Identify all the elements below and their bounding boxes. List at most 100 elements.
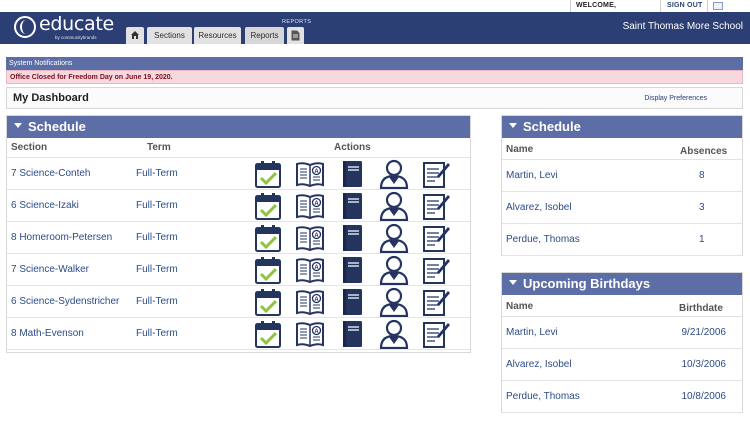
svg-text:A: A [314, 329, 319, 335]
book-icon[interactable] [337, 159, 367, 189]
divider [660, 0, 661, 12]
section-link[interactable]: 6 Science-Sydenstricher [11, 296, 119, 307]
table-row: Perdue, Thomas 10/8/2006 [502, 381, 742, 413]
students-icon[interactable] [379, 191, 409, 222]
row-actions: A [253, 319, 453, 350]
calendar-check-icon[interactable] [253, 319, 283, 349]
students-icon[interactable] [379, 223, 409, 254]
gradebook-icon[interactable]: A [295, 191, 325, 221]
table-header: Section Term Actions [7, 138, 470, 158]
column-header-actions: Actions [334, 142, 371, 153]
row-actions: A [253, 287, 453, 318]
book-icon[interactable] [337, 223, 367, 253]
collapse-caret-icon[interactable] [509, 280, 517, 286]
row-actions: A [253, 223, 453, 254]
tab-home[interactable] [126, 27, 144, 44]
svg-text:A: A [314, 201, 319, 207]
column-header-name: Name [506, 301, 534, 312]
calendar-check-icon[interactable] [253, 287, 283, 317]
students-icon[interactable] [379, 319, 409, 350]
birthdays-panel: Upcoming Birthdays Name Birthdate Martin… [501, 272, 743, 413]
gradebook-icon[interactable]: A [295, 255, 325, 285]
term-cell: Full-Term [136, 264, 178, 275]
calendar-check-icon[interactable] [253, 159, 283, 189]
gradebook-icon[interactable]: A [295, 159, 325, 189]
student-name-link[interactable]: Perdue, Thomas [506, 234, 580, 245]
student-name-link[interactable]: Perdue, Thomas [506, 391, 580, 402]
student-name-link[interactable]: Alvarez, Isobel [506, 359, 572, 370]
row-actions: A [253, 255, 453, 286]
svg-text:A: A [314, 169, 319, 175]
welcome-label: WELCOME, [576, 2, 617, 9]
students-icon[interactable] [379, 287, 409, 318]
table-row: 7 Science-Conteh Full-Term A [7, 158, 470, 190]
gradebook-icon[interactable]: A [295, 287, 325, 317]
lesson-plan-icon[interactable] [421, 159, 451, 189]
row-actions: A [253, 191, 453, 222]
calendar-check-icon[interactable] [253, 223, 283, 253]
lesson-plan-icon[interactable] [421, 287, 451, 317]
section-link[interactable]: 6 Science-Izaki [11, 200, 79, 211]
sign-out-link[interactable]: SIGN OUT [667, 2, 702, 9]
app-header: educate by communitybrands Sections Reso… [0, 12, 750, 44]
students-icon[interactable] [379, 255, 409, 286]
absences-panel: Schedule Name Absences Martin, Levi 8 Alva… [501, 115, 743, 256]
home-icon [131, 31, 139, 39]
lesson-plan-icon[interactable] [421, 223, 451, 253]
collapse-caret-icon[interactable] [509, 123, 517, 129]
panel-title: Upcoming Birthdays [523, 276, 651, 291]
school-name: Saint Thomas More School [622, 21, 743, 32]
section-link[interactable]: 7 Science-Walker [11, 264, 89, 275]
gradebook-icon[interactable]: A [295, 223, 325, 253]
educate-logo[interactable]: educate by communitybrands [12, 13, 114, 42]
messages-icon[interactable] [713, 2, 723, 10]
table-row: 8 Math-Evenson Full-Term A [7, 318, 470, 350]
gradebook-icon[interactable]: A [295, 319, 325, 349]
lesson-plan-icon[interactable] [421, 191, 451, 221]
schedule-panel-header[interactable]: Schedule [7, 116, 470, 138]
table-row: Martin, Levi 8 [502, 160, 742, 192]
svg-text:A: A [314, 297, 319, 303]
logo-wordmark: educate [39, 13, 114, 35]
collapse-caret-icon[interactable] [14, 123, 22, 129]
tab-report-doc[interactable] [287, 27, 304, 44]
column-header-name: Name [506, 144, 534, 155]
display-preferences-link[interactable]: Display Preferences [644, 95, 707, 102]
student-name-link[interactable]: Martin, Levi [506, 327, 558, 338]
section-link[interactable]: 7 Science-Conteh [11, 168, 91, 179]
tab-reports[interactable]: Reports [245, 27, 284, 44]
students-icon[interactable] [379, 159, 409, 190]
reports-caption: REPORTS [282, 19, 312, 25]
birthdays-panel-header[interactable]: Upcoming Birthdays [502, 273, 742, 295]
term-cell: Full-Term [136, 296, 178, 307]
column-header-birthdate: Birthdate [679, 303, 723, 314]
term-cell: Full-Term [136, 200, 178, 211]
book-icon[interactable] [337, 255, 367, 285]
book-icon[interactable] [337, 287, 367, 317]
table-row: 8 Homeroom-Petersen Full-Term A [7, 222, 470, 254]
student-name-link[interactable]: Alvarez, Isobel [506, 202, 572, 213]
svg-text:A: A [314, 265, 319, 271]
tab-resources[interactable]: Resources [194, 27, 241, 44]
lesson-plan-icon[interactable] [421, 255, 451, 285]
svg-text:A: A [314, 233, 319, 239]
calendar-check-icon[interactable] [253, 191, 283, 221]
table-row: Martin, Levi 9/21/2006 [502, 317, 742, 349]
value-cell: 1 [699, 234, 705, 245]
lesson-plan-icon[interactable] [421, 319, 451, 349]
table-row: 7 Science-Walker Full-Term A [7, 254, 470, 286]
section-link[interactable]: 8 Math-Evenson [11, 328, 84, 339]
absences-panel-header[interactable]: Schedule [502, 116, 742, 138]
table-row: Alvarez, Isobel 10/3/2006 [502, 349, 742, 381]
book-icon[interactable] [337, 191, 367, 221]
book-icon[interactable] [337, 319, 367, 349]
divider [570, 0, 571, 12]
value-cell: 10/8/2006 [681, 391, 727, 402]
student-name-link[interactable]: Martin, Levi [506, 170, 558, 181]
calendar-check-icon[interactable] [253, 255, 283, 285]
section-link[interactable]: 8 Homeroom-Petersen [11, 232, 112, 243]
tab-sections[interactable]: Sections [147, 27, 192, 44]
value-cell: 10/3/2006 [681, 359, 727, 370]
dashboard-bar: My Dashboard Display Preferences [6, 87, 743, 109]
table-row: Perdue, Thomas 1 [502, 224, 742, 256]
